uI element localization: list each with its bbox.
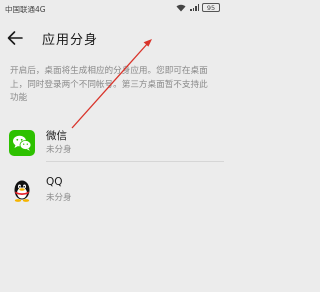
- signal-icon: [189, 4, 199, 11]
- back-arrow-icon: [7, 31, 23, 45]
- list-divider: [46, 161, 224, 162]
- app-name: QQ: [46, 176, 63, 188]
- carrier-label: 中国联通4G: [5, 5, 46, 14]
- title-bar: 应用分身: [0, 18, 224, 58]
- wifi-icon: [176, 4, 186, 11]
- wechat-icon: [9, 130, 35, 156]
- app-status: 未分身: [46, 193, 72, 203]
- app-status: 未分身: [46, 145, 72, 155]
- battery-icon: 95: [202, 3, 220, 12]
- status-indicators: 95: [176, 3, 220, 12]
- app-name: 微信: [46, 130, 67, 142]
- page-title: 应用分身: [42, 33, 99, 48]
- app-item-wechat[interactable]: 微信 未分身: [0, 125, 224, 165]
- status-bar: 中国联通4G 95: [0, 0, 224, 18]
- battery-level: 95: [206, 4, 216, 12]
- feature-description: 开启后，桌面将生成相应的分身应用。您即可在桌面上，同时登录两个不同帐号。第三方桌…: [10, 66, 208, 103]
- app-item-qq[interactable]: QQ 未分身: [0, 173, 224, 213]
- back-button[interactable]: [4, 28, 26, 48]
- qq-icon: [14, 180, 30, 202]
